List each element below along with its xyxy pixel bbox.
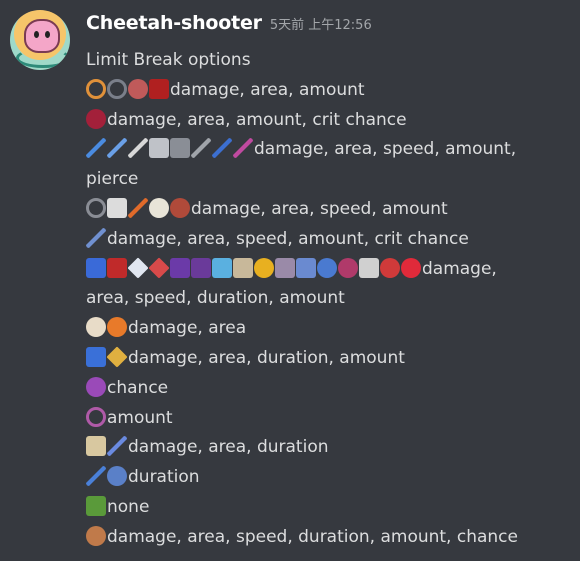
swirl-icon[interactable] <box>86 78 106 99</box>
purple-web-icon[interactable] <box>86 376 106 397</box>
intro-line: Limit Break options <box>86 50 251 70</box>
message-content: Limit Break options damage, area, amount… <box>86 46 541 553</box>
username[interactable]: Cheetah-shooter <box>86 12 262 34</box>
message-text: damage, area, duration, amount <box>128 347 405 368</box>
message-line: damage, area <box>86 314 541 344</box>
plant-icon[interactable] <box>86 495 106 516</box>
whip-icon[interactable] <box>107 78 127 99</box>
bat-icon[interactable] <box>170 257 190 278</box>
blue-rod-icon[interactable] <box>86 466 106 487</box>
message-header: Cheetah-shooter 5天前 上午12:56 <box>86 12 372 42</box>
blue-potion-icon[interactable] <box>86 346 106 367</box>
message-line: damage, area, speed, duration, amount, c… <box>86 523 541 553</box>
message-line: damage, area, duration, amount <box>86 344 541 374</box>
message-text: area, speed, duration, amount <box>86 288 345 309</box>
avatar-tail <box>16 48 70 68</box>
boomerang-icon[interactable] <box>86 197 106 218</box>
star-wand-icon[interactable] <box>107 436 127 457</box>
message-text: damage, area, speed, amount, crit chance <box>107 228 469 249</box>
message-line: none <box>86 493 541 523</box>
message-text: damage, area, speed, amount <box>191 198 448 219</box>
blue-blade-icon[interactable] <box>212 138 232 159</box>
tome-icon[interactable] <box>86 257 106 278</box>
target-icon[interactable] <box>86 406 106 427</box>
sword-icon[interactable] <box>86 227 106 248</box>
message-text: chance <box>107 377 169 398</box>
message-line: duration <box>86 463 541 493</box>
arrow-icon[interactable] <box>128 138 148 159</box>
message-text: damage, area, speed, duration, amount, c… <box>107 526 518 547</box>
dart-icon[interactable] <box>128 78 148 99</box>
gold-coin-icon[interactable] <box>254 257 274 278</box>
message-line: damage, area, duration <box>86 433 541 463</box>
candle-icon[interactable] <box>275 257 295 278</box>
blue-shield-icon[interactable] <box>107 466 127 487</box>
fireball-icon[interactable] <box>107 317 127 338</box>
message-text: none <box>107 496 150 517</box>
avatar-eye <box>34 31 39 38</box>
avatar-eye <box>45 31 50 38</box>
message-line: chance <box>86 374 541 404</box>
rose-icon[interactable] <box>380 257 400 278</box>
user-avatar[interactable] <box>10 10 70 70</box>
message-text: amount <box>107 407 173 428</box>
yellow-potion-icon[interactable] <box>106 346 128 368</box>
cross-icon[interactable] <box>107 197 127 218</box>
message-text: damage, area <box>128 318 247 339</box>
bat2-icon[interactable] <box>191 257 211 278</box>
message-line: damage, area, speed, amount, <box>86 135 541 165</box>
hammer-icon[interactable] <box>296 257 316 278</box>
clock-orb-icon[interactable] <box>86 525 106 546</box>
message-line: damage, area, speed, amount <box>86 195 541 225</box>
message-line: area, speed, duration, amount <box>86 284 541 314</box>
chat-message: Cheetah-shooter 5天前 上午12:56 Limit Break … <box>0 0 580 561</box>
message-text: damage, area, speed, amount, <box>254 139 517 160</box>
message-line: damage, <box>86 255 541 285</box>
scythe-icon[interactable] <box>170 138 190 159</box>
message-text: damage, area, amount <box>170 79 365 100</box>
dagger-icon[interactable] <box>191 138 211 159</box>
flame-axe-icon[interactable] <box>128 197 148 218</box>
bow-icon[interactable] <box>233 138 253 159</box>
blue-staff-icon[interactable] <box>107 138 127 159</box>
message-line: damage, area, amount, crit chance <box>86 106 541 136</box>
claw-icon[interactable] <box>233 257 253 278</box>
axe-icon[interactable] <box>149 138 169 159</box>
message-text: pierce <box>86 169 139 190</box>
message-text: damage, area, duration <box>128 437 329 458</box>
bird-icon[interactable] <box>212 257 232 278</box>
message-text: damage, area, amount, crit chance <box>107 109 407 130</box>
key-icon[interactable] <box>359 257 379 278</box>
garlic-icon[interactable] <box>86 317 106 338</box>
wheel-icon[interactable] <box>170 197 190 218</box>
message-line: damage, area, amount <box>86 76 541 106</box>
crystal-icon[interactable] <box>127 256 149 279</box>
scroll-icon[interactable] <box>86 436 106 457</box>
message-line: damage, area, speed, amount, crit chance <box>86 225 541 255</box>
red-tome-icon[interactable] <box>107 257 127 278</box>
message-line: amount <box>86 404 541 434</box>
cape-icon[interactable] <box>149 78 169 99</box>
timestamp[interactable]: 5天前 上午12:56 <box>270 14 372 33</box>
blue-swirl-icon[interactable] <box>317 257 337 278</box>
crimson-orb-icon[interactable] <box>86 108 106 129</box>
blue-wand-icon[interactable] <box>86 138 106 159</box>
diamond-icon[interactable] <box>148 256 170 279</box>
gem-flower-icon[interactable] <box>338 257 358 278</box>
message-text: damage, <box>422 258 497 279</box>
egg-icon[interactable] <box>401 257 421 278</box>
message-text: duration <box>128 467 200 488</box>
skull-icon[interactable] <box>149 197 169 218</box>
message-line: pierce <box>86 165 541 195</box>
